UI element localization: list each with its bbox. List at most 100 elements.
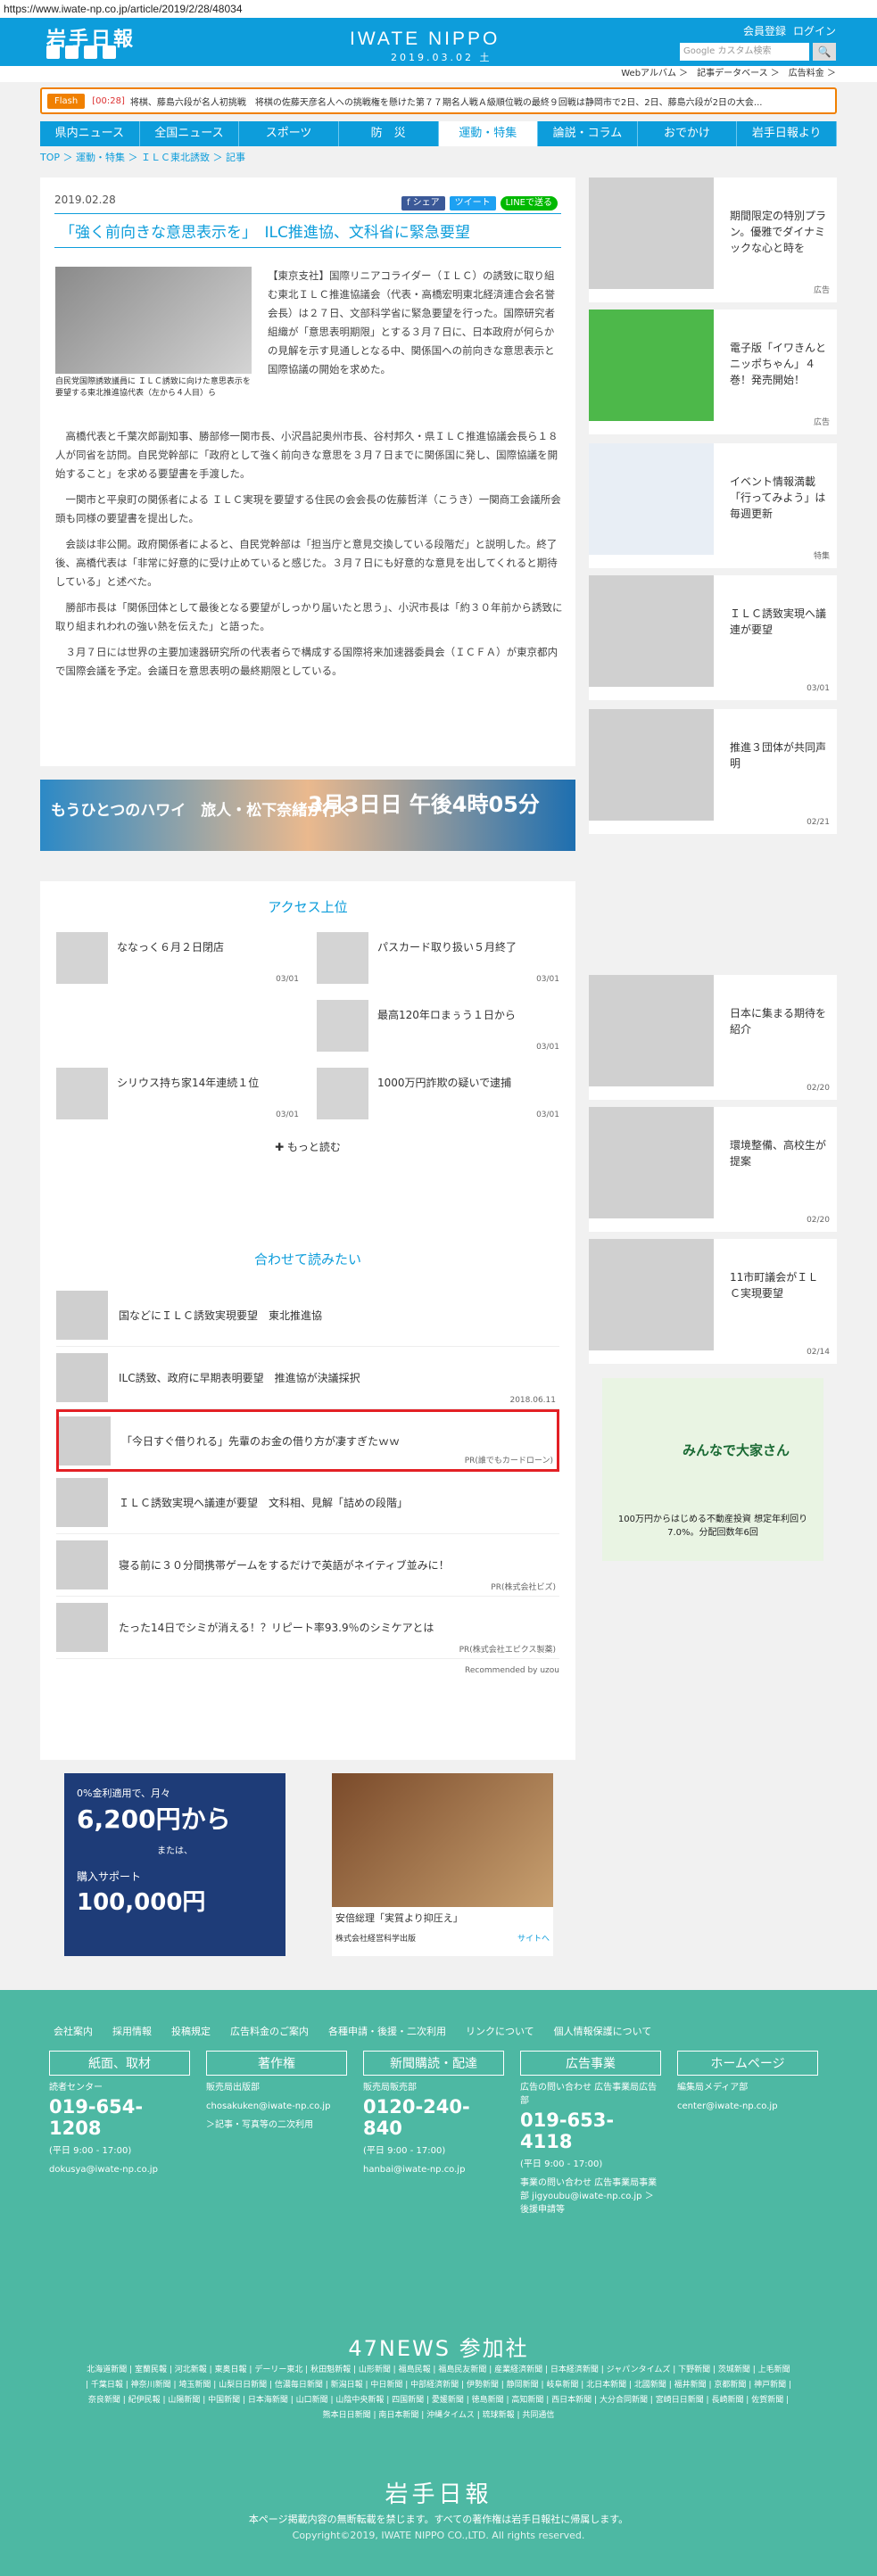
side-item[interactable]: 環境整備、高校生が提案 02/20 [589,1107,837,1232]
flash-tag: Flash [47,93,86,109]
side-item[interactable]: 推進３団体が共同声明 02/21 [589,709,837,834]
side-item[interactable]: 電子版「イワきんとニッポちゃん」４巻！発売開始！ 広告 [589,310,837,434]
related-title: 合わせて読みたい [253,1251,361,1267]
thumbnail [589,1239,714,1350]
contact-column: 広告事業 広告の問い合わせ 広告事業局広告部 019-653-4118 (平日 9:0… [520,2051,661,2217]
recommend-credit[interactable]: Recommended by uzou [56,1666,559,1675]
ranking-title: アクセス上位 [268,899,348,915]
article-card: 2019.02.28 f シェア ツイート LINEで送る 「強く前向きな意思表… [40,178,575,766]
global-nav: 県内ニュース 全国ニュース スポーツ 防 災 運動・特集 論説・コラム おでかけ… [40,121,837,146]
related-articles: 合わせて読みたい 国などにＩＬＣ誘致実現要望 東北推進協 ILC誘致、政府に早期… [40,1234,575,1760]
sub-links[interactable]: Webアルバム ＞ 記事データベース ＞ 広告料金 ＞ [0,66,877,82]
nav-national[interactable]: 全国ニュース [140,121,240,146]
flash-time: [00:28] [92,95,125,106]
list-item[interactable]: ななっく６月２日閉店 03/01 [56,932,299,984]
paragraph: 一関市と平泉町の関係者による ＩＬＣ実現を要望する住民の会会長の佐藤哲洋（こうき… [55,493,561,524]
thumbnail [589,575,714,687]
site-header: 岩手日報 IWATE NIPPO 2019.03.02 土 会員登録 ログイン … [0,18,877,66]
47news-papers[interactable]: 北海道新聞 | 室蘭民報 | 河北新報 | 東奥日報 | デーリー東北 | 秋田… [85,2363,792,2423]
register-link[interactable]: 会員登録 [743,23,786,38]
side-item[interactable]: 期間限定の特別プラン。優雅でダイナミックな心と時を 広告 [589,178,837,302]
side-item[interactable]: 日本に集まる期待を紹介 02/20 [589,975,837,1100]
search-input[interactable]: Google カスタム検索 [680,43,809,61]
footer-contact: 紙面、取材 読者センター 019-654-1208 (平日 9:00 - 17:00)… [0,2038,877,2217]
side-ad[interactable]: みんなで大家さん 100万円からはじめる不動産投資 想定年利回り7.0%。分配回… [602,1378,823,1561]
flash-text[interactable]: 将棋、藤島六段が名人初挑戦 将棋の佐藤天彦名人への挑戦権を懸けた第７７期名人戦Ａ… [130,95,763,108]
article-title: 「強く前向きな意思表示を」 ILC推進協、文科省に緊急要望 [54,213,561,248]
nav-sports[interactable]: スポーツ [239,121,339,146]
paragraph: ３月７日には世界の主要加速器研究所の代表者らで構成する国際将来加速器委員会（ＩＣ… [55,646,558,677]
thumbnail [317,1000,368,1052]
paragraph: 勝部市長は「関係団体として最後となる要望がしっかり届いたと思う」、小沢市長は「約… [55,601,563,632]
ad-banner-right: 3月3日日 午後4時05分 [308,792,540,817]
tv-ad-banner[interactable]: もうひとつのハワイ 旅人・松下奈緒が行く 3月3日日 午後4時05分 [40,780,575,851]
peugeot-ad[interactable]: 0%金利適用で、月々 6,200円から または、 購入サポート 100,000円 [64,1773,285,1956]
line-share-button[interactable]: LINEで送る [500,196,558,211]
list-item[interactable]: 寝る前に３０分間携帯ゲームをするだけで英語がネイティブ並みに！ PR(株式会社ビズ… [56,1534,559,1597]
access-ranking: アクセス上位 ななっく６月２日閉店 03/01 パスカード取り扱い５月終了 03/0… [40,881,575,1234]
more-button[interactable]: ✚ もっと読む [56,1139,559,1154]
list-item[interactable]: 最高120年ロまぅう１日から 03/01 [317,1000,559,1052]
nav-feature[interactable]: 運動・特集 [438,121,539,146]
47news-title: 47NEWS 参加社 [348,2336,529,2361]
instagram-icon[interactable] [103,45,116,59]
thumbnail [56,932,108,984]
thumbnail [589,1107,714,1218]
nav-disaster[interactable]: 防 災 [339,121,439,146]
thumbnail [56,1353,108,1402]
article-photo[interactable] [55,267,252,374]
header-links: 会員登録 ログイン [743,23,836,38]
side-item[interactable]: ＩＬＣ誘致実現へ議連が要望 03/01 [589,575,837,700]
twitter-icon[interactable] [46,45,60,59]
tweet-button[interactable]: ツイート [449,196,496,211]
list-item[interactable]: ＩＬＣ誘致実現へ議連が要望 文科相、見解「詰めの段階」 [56,1472,559,1534]
nav-from-nippo[interactable]: 岩手日報より [737,121,837,146]
contact-column: 著作権 販売局出版部 chosakuken@iwate-np.co.jp ＞記事・写真… [206,2051,347,2217]
flash-news-bar[interactable]: Flash [00:28] 将棋、藤島六段が名人初挑戦 将棋の佐藤天彦名人への挑… [40,87,837,114]
list-item[interactable]: シリウス持ち家14年連続１位 03/01 [56,1068,299,1119]
facebook-icon[interactable] [65,45,79,59]
nav-column[interactable]: 論説・コラム [538,121,638,146]
list-item[interactable]: たった14日でシミが消える！？リピート率93.9％のシミケアとは PR(株式会社エ… [56,1597,559,1659]
paragraph: 高橋代表と千葉次郎副知事、勝部修一関市長、小沢昌記奥州市長、谷村邦久・県ＩＬＣ推… [55,430,558,480]
list-item[interactable]: 国などにＩＬＣ誘致実現要望 東北推進協 [56,1284,559,1347]
thumbnail [589,178,714,289]
nav-prefecture[interactable]: 県内ニュース [40,121,140,146]
line-icon[interactable] [84,45,97,59]
footer-note: 本ページ掲載内容の無断転載を禁じます。すべての著作権は岩手日報社に帰属します。 [248,2514,629,2525]
side-item[interactable]: イベント情報満載「行ってみよう」は毎週更新 特集 [589,443,837,568]
contact-column: 新聞購読・配達 販売局販売部 0120-240-840 (平日 9:00 - 17:0… [363,2051,504,2217]
article-lead: 【東京支社】国際リニアコライダー（ＩＬＣ）の誘致に取り組む東北ＩＬＣ推進協議会（… [268,269,555,376]
thumbnail [56,1540,108,1589]
url-bar[interactable]: https://www.iwate-np.co.jp/article/2019/… [0,0,877,18]
list-item[interactable]: 1000万円詐欺の疑いで逮捕 03/01 [317,1068,559,1119]
contact-column: ホームページ 編集局メディア部 center@iwate-np.co.jp [677,2051,818,2217]
thumbnail [589,443,714,555]
thumbnail [56,1291,108,1340]
paragraph: 会談は非公開。政府関係者によると、自民党幹部は「担当庁と意見交換している段階だ」… [55,538,558,588]
thumbnail [589,975,714,1086]
side-item[interactable]: 11市町議会がＩＬＣ実現要望 02/14 [589,1239,837,1364]
ad-image [332,1773,553,1907]
share-buttons: f シェア ツイート LINEで送る [401,196,558,211]
nav-outing[interactable]: おでかけ [638,121,738,146]
list-item[interactable]: ILC誘致、政府に早期表明要望 推進協が決議採択 2018.06.11 [56,1347,559,1409]
article-body: 高橋代表と千葉次郎副知事、勝部修一関市長、小沢昌記奥州市長、谷村邦久・県ＩＬＣ推… [55,427,564,688]
facebook-share-button[interactable]: f シェア [401,196,445,211]
breadcrumb[interactable]: TOP ＞ 運動・特集 ＞ ＩＬＣ東北誘致 ＞ 記事 [40,146,837,169]
brand-name[interactable]: IWATE NIPPO [350,29,500,50]
footer-logo[interactable]: 岩手日報 [0,2476,877,2509]
thumbnail [589,310,714,421]
pr-item-highlighted[interactable]: 「今日すぐ借りれる」先輩のお金の借り方が凄すぎたｗｗ PR(誰でもカードローン) [56,1409,559,1472]
header-date: 2019.03.02 土 [391,52,492,63]
footer: 会社案内 採用情報 投稿規定 広告料金のご案内 各種申請・後援・二次利用 リンク… [0,1990,877,2576]
list-item-empty [56,1000,299,1052]
contact-column: 紙面、取材 読者センター 019-654-1208 (平日 9:00 - 17:00)… [49,2051,190,2217]
list-item[interactable]: パスカード取り扱い５月終了 03/01 [317,932,559,984]
thumbnail [59,1416,111,1466]
search-icon[interactable]: 🔍 [813,43,836,61]
footer-links: 会社案内 採用情報 投稿規定 広告料金のご案内 各種申請・後援・二次利用 リンク… [54,2026,652,2037]
book-ad[interactable]: 安倍総理「実質より抑圧え」 株式会社経営科学出版 サイトへ [332,1773,553,1956]
thumbnail [589,709,714,821]
login-link[interactable]: ログイン [793,23,836,38]
